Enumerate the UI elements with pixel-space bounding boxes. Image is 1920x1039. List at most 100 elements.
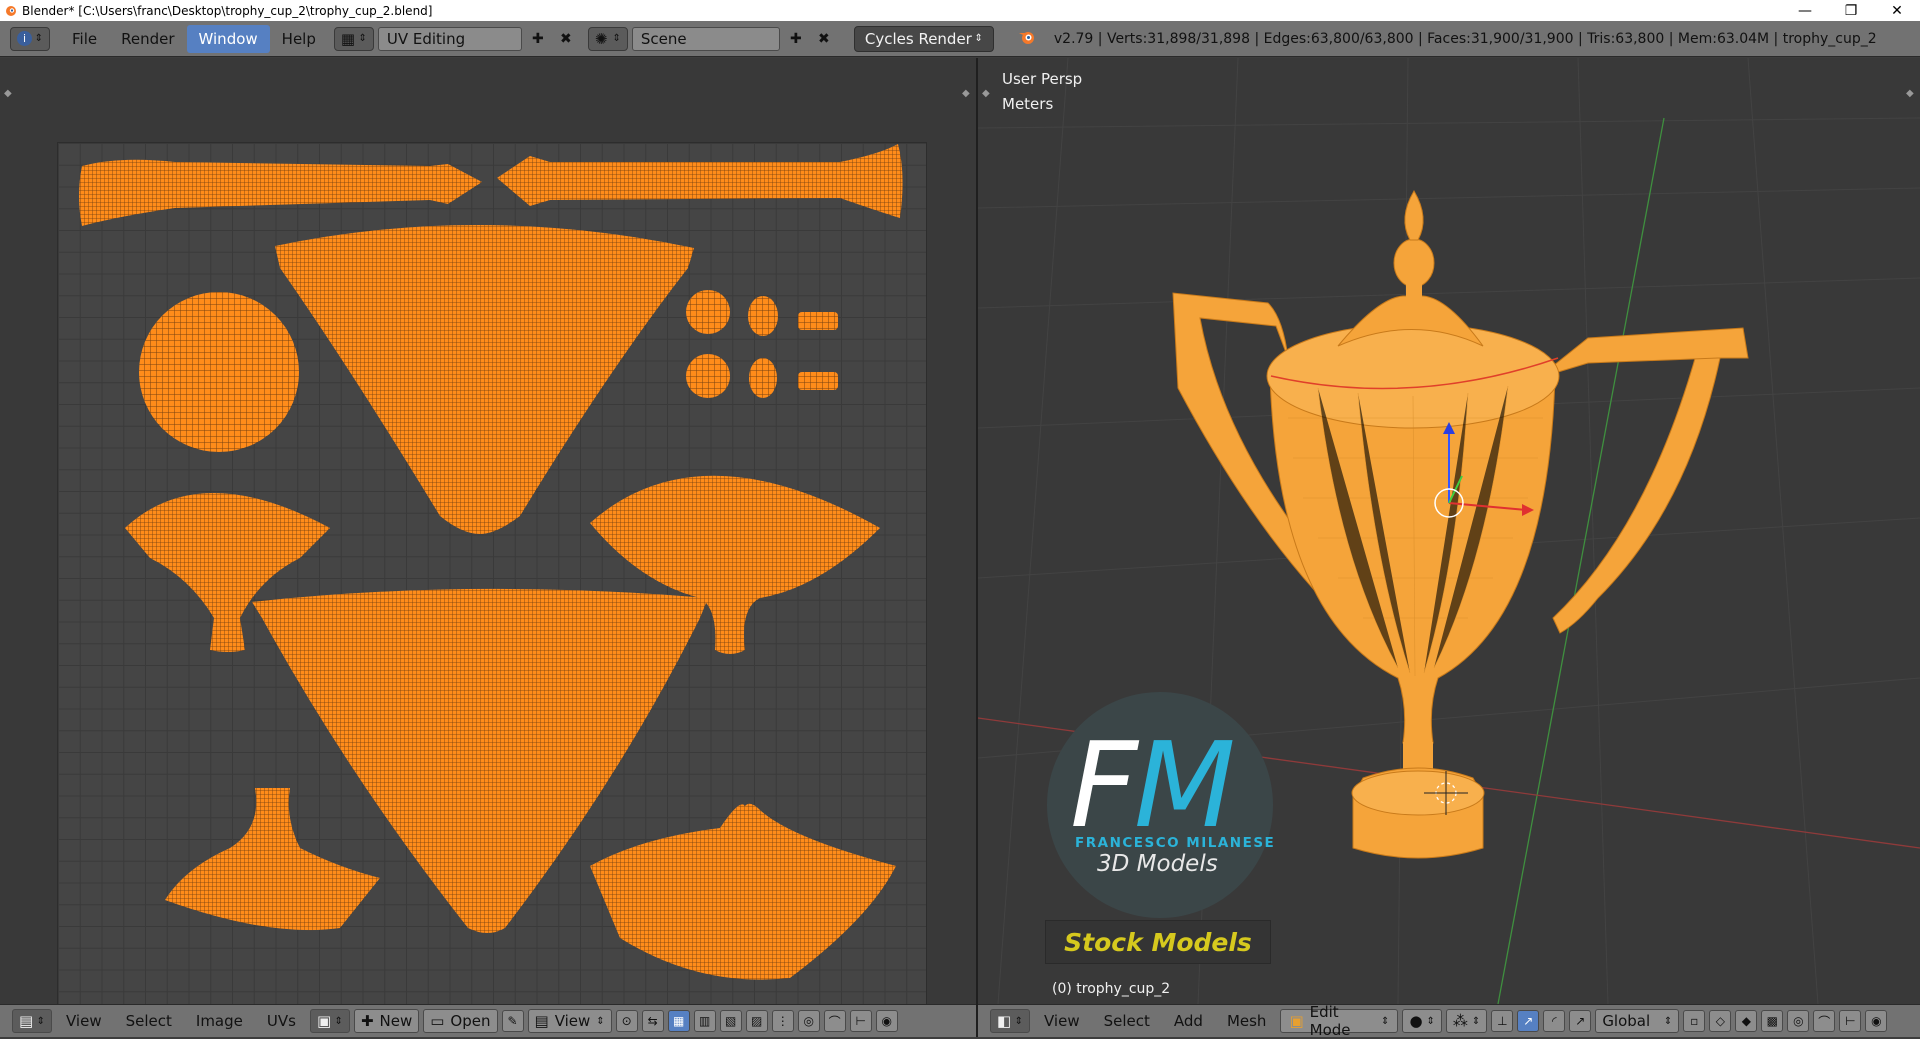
render-engine-label: Cycles Render [864,29,972,48]
region-toggle-arrow-icon[interactable]: ◆ [1906,88,1914,99]
viewport-shading-dropdown[interactable]: ● ⇕ [1402,1009,1442,1033]
uv-menu-select[interactable]: Select [116,1012,182,1030]
updown-arrow-icon: ⇕ [596,1015,605,1027]
uv-mode-dropdown[interactable]: ▤ View ⇕ [527,1009,612,1033]
transform-orientation-dropdown[interactable]: Global ⇕ [1595,1009,1680,1033]
edge-select-icon[interactable]: ▥ [693,1010,716,1032]
sync-selection-icon[interactable]: ⇆ [641,1010,664,1032]
updown-arrow-icon: ⇕ [1426,1015,1435,1027]
watermark-name: FRANCESCO MILANESE [1075,835,1276,851]
vertex-select-mode-icon[interactable]: ▫ [1683,1010,1706,1032]
face-select-mode-icon[interactable]: ◆ [1735,1010,1758,1032]
menu-help[interactable]: Help [270,25,328,53]
scene-name: Scene [640,29,687,48]
scene-statistics: v2.79 | Verts:31,898/31,898 | Edges:63,8… [1053,30,1877,47]
plus-icon: ✚ [532,30,544,47]
uv-island-cup-upper [275,224,694,534]
translate-manipulator-icon[interactable]: ↗ [1517,1010,1540,1032]
new-image-label: New [379,1012,413,1030]
3d-menu-add[interactable]: Add [1164,1012,1213,1030]
uv-island-base-right [590,803,896,980]
image-icon: ▣ [316,1012,332,1030]
uv-menu-uvs[interactable]: UVs [257,1012,306,1030]
updown-arrow-icon: ⇕ [1014,1015,1023,1027]
blender-logo-icon [1018,29,1036,49]
scale-manipulator-icon[interactable]: ↗ [1569,1010,1592,1032]
rotate-manipulator-icon[interactable]: ◜ [1543,1010,1566,1032]
scene-icon: ✺ [594,29,608,48]
open-image-button[interactable]: ▭ Open [423,1009,498,1033]
x-icon: ✖ [560,30,572,47]
interaction-mode-dropdown[interactable]: ▣ Edit Mode ⇕ [1280,1003,1399,1039]
menu-window[interactable]: Window [186,24,270,53]
plus-icon: ✚ [360,1012,374,1030]
pivot-icon[interactable]: ⊙ [615,1010,638,1032]
screen-layout-field[interactable]: UV Editing [377,26,522,51]
snap-target-icon[interactable]: ⊢ [849,1010,872,1032]
layout-grid-icon: ▦ [340,29,356,48]
snap-icon[interactable]: ⌒ [823,1010,846,1032]
delete-screen-button[interactable]: ✖ [554,27,578,51]
screen-layout-icon-button[interactable]: ▦ ⇕ [333,26,374,51]
proportional-edit-icon[interactable]: ◎ [797,1010,820,1032]
uv-menu-view[interactable]: View [56,1012,112,1030]
editor-type-selector[interactable]: ◧ ⇕ [990,1009,1030,1033]
minimize-button[interactable]: — [1782,0,1828,21]
updown-arrow-icon: ⇕ [974,33,983,44]
vertex-select-icon[interactable]: ▦ [667,1010,690,1032]
editor-type-selector[interactable]: i ⇕ [10,26,50,51]
view-name: User Persp [1002,70,1083,88]
solid-shading-icon: ● [1409,1012,1423,1030]
object-label: (0) trophy_cup_2 [1052,981,1171,997]
maximize-button[interactable]: ❐ [1828,0,1874,21]
updown-arrow-icon: ⇕ [34,33,43,44]
manipulator-toggle-icon[interactable]: ⊥ [1491,1010,1514,1032]
uv-island-small [686,354,730,398]
add-scene-button[interactable]: ✚ [784,27,808,51]
island-select-icon[interactable]: ▨ [745,1010,768,1032]
updown-arrow-icon: ⇕ [612,33,621,44]
scene-field[interactable]: Scene [631,26,780,51]
uv-island-small [686,290,730,334]
render-icon[interactable]: ◉ [1865,1010,1888,1032]
snap-element-icon[interactable]: ⊢ [1839,1010,1862,1032]
uv-island-small [748,296,778,336]
uv-menu-image[interactable]: Image [186,1012,253,1030]
updown-arrow-icon: ⇕ [334,1015,343,1027]
face-select-icon[interactable]: ▧ [719,1010,742,1032]
uv-image-editor[interactable]: ◆ ◆ [0,58,976,1012]
3d-menu-select[interactable]: Select [1094,1012,1160,1030]
snap-icon[interactable]: ⌒ [1813,1010,1836,1032]
render-engine-dropdown[interactable]: Cycles Render ⇕ [853,25,994,52]
uv-editor-header: ▤ ⇕ View Select Image UVs ▣ ⇕ ✚ New ▭ Open ✎… [0,1004,976,1037]
plus-icon: ✚ [790,30,802,47]
sticky-select-icon[interactable]: ⋮ [771,1010,794,1032]
menu-render[interactable]: Render [109,25,186,53]
region-toggle-arrow-icon[interactable]: ◆ [982,88,990,99]
close-button[interactable]: ✕ [1874,0,1920,21]
screen-layout-name: UV Editing [386,29,466,48]
render-icon[interactable]: ◉ [875,1010,898,1032]
3d-menu-mesh[interactable]: Mesh [1217,1012,1277,1030]
view-mode-icon: ▤ [534,1012,549,1030]
uv-mode-label: View [554,1012,591,1030]
new-image-button[interactable]: ✚ New [353,1009,420,1033]
edge-select-mode-icon[interactable]: ◇ [1709,1010,1732,1032]
image-browse-button[interactable]: ▣ ⇕ [309,1009,350,1033]
cup-handle-right [1552,329,1744,634]
stock-models-badge: Stock Models [1045,920,1271,964]
3d-menu-view[interactable]: View [1034,1012,1090,1030]
delete-scene-button[interactable]: ✖ [812,27,836,51]
occlude-geometry-icon[interactable]: ▩ [1761,1010,1784,1032]
uv-islands[interactable] [0,58,976,1004]
pivot-point-dropdown[interactable]: ⁂ ⇕ [1445,1009,1488,1033]
proportional-edit-icon[interactable]: ◎ [1787,1010,1810,1032]
menu-file[interactable]: File [60,25,109,53]
add-screen-button[interactable]: ✚ [526,27,550,51]
updown-arrow-icon: ⇕ [36,1015,45,1027]
scene-icon-button[interactable]: ✺ ⇕ [587,26,628,51]
3d-view-icon: ◧ [997,1012,1012,1030]
pin-icon[interactable]: ✎ [501,1010,524,1032]
editor-type-selector[interactable]: ▤ ⇕ [12,1009,52,1033]
edit-mode-icon: ▣ [1289,1012,1304,1030]
